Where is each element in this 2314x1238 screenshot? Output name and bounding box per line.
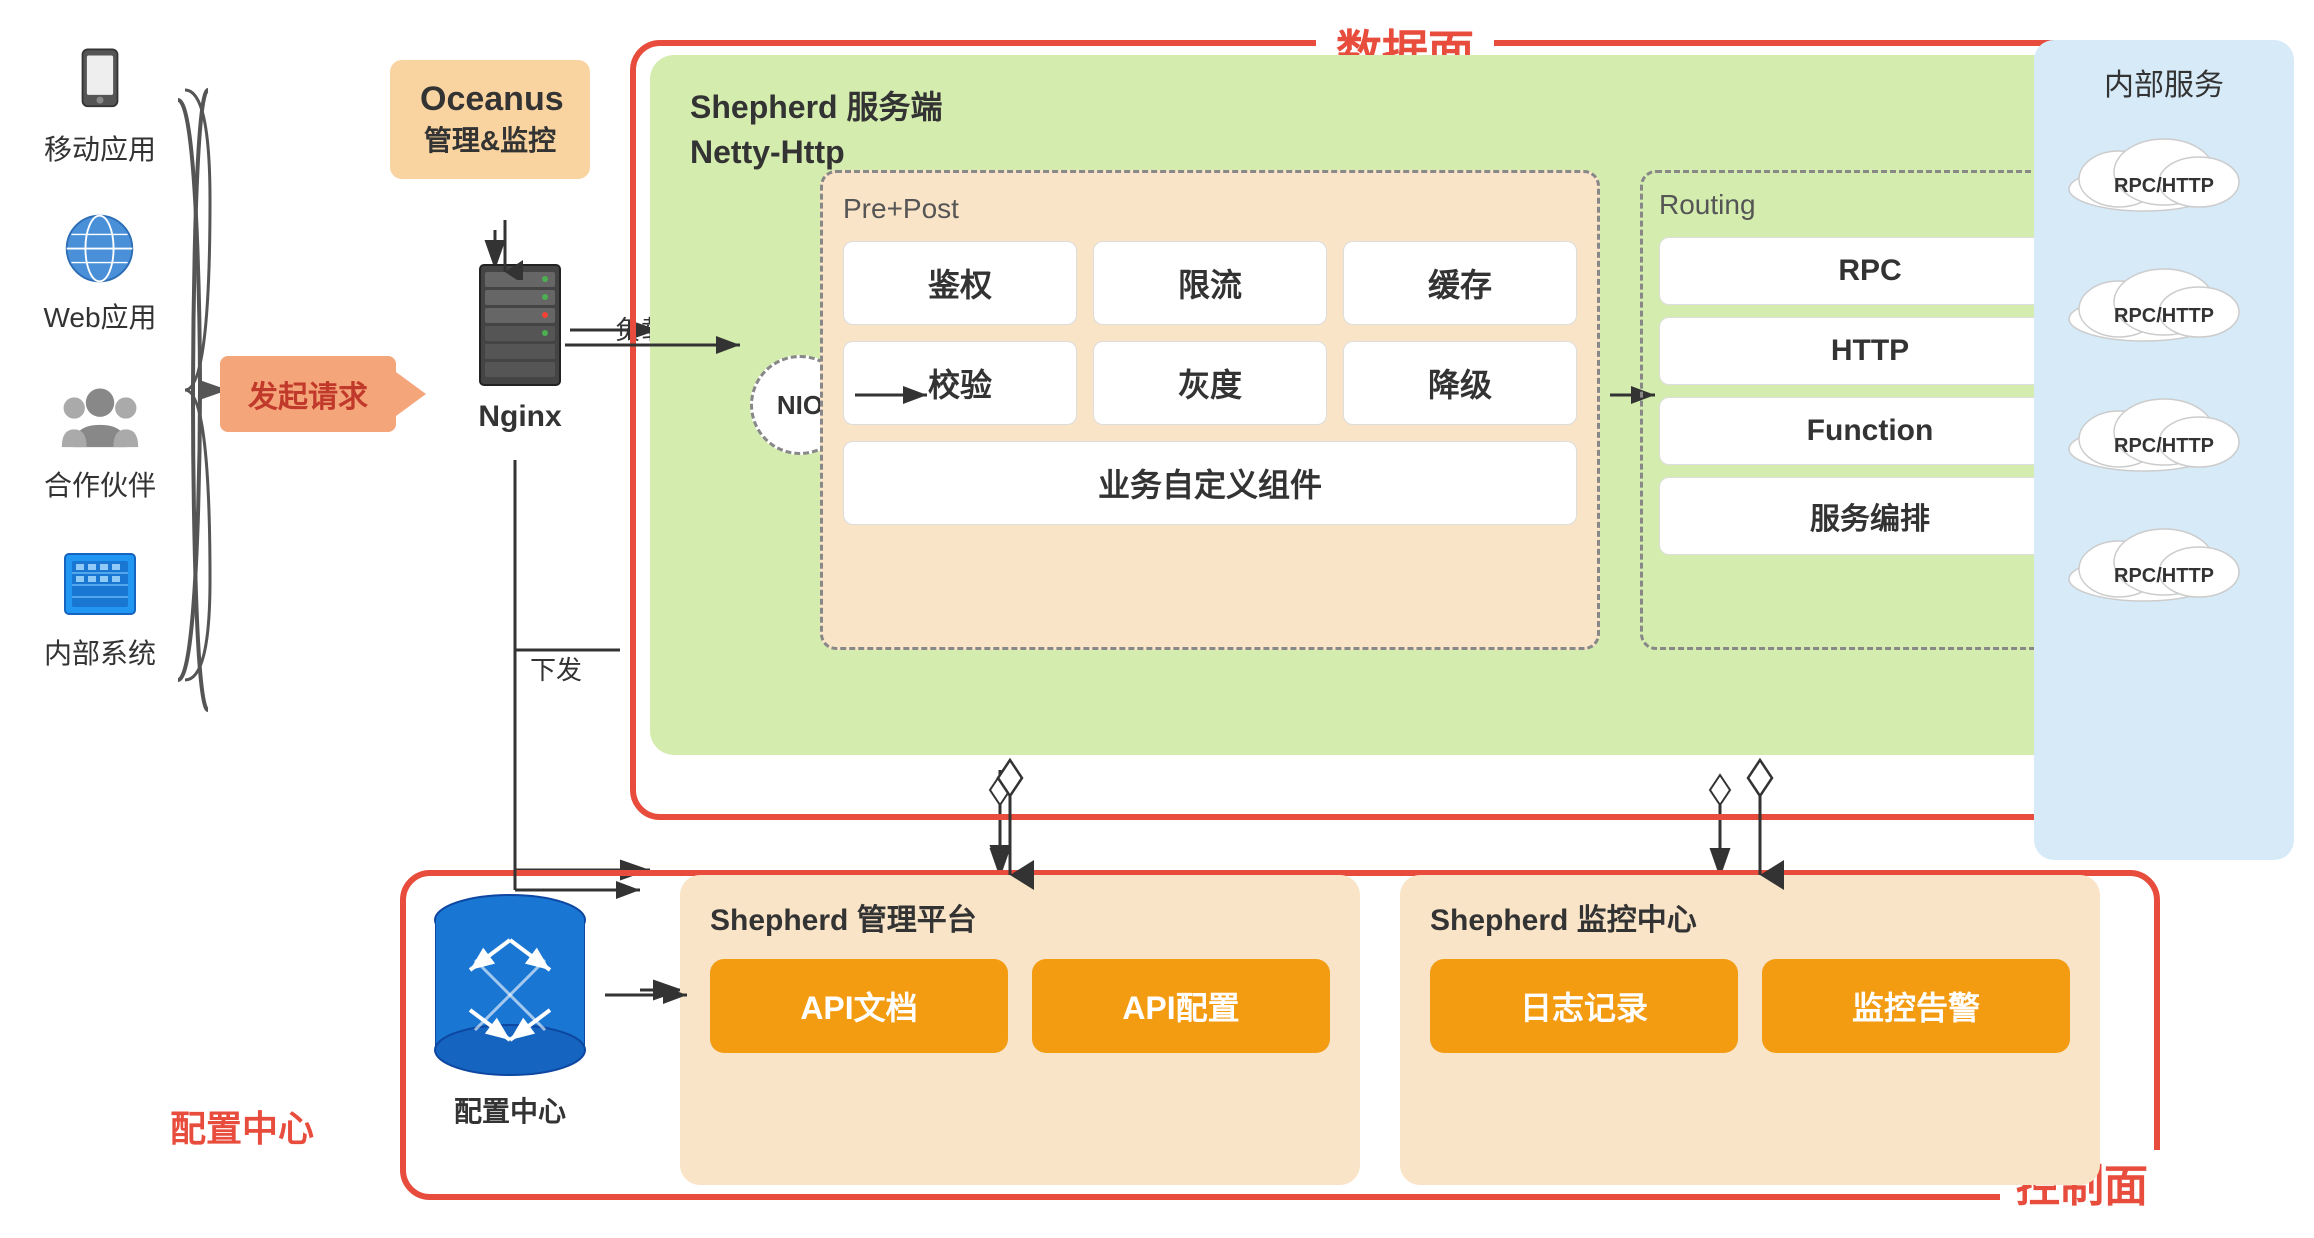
nginx-box: Nginx xyxy=(470,260,570,434)
filter-gray: 灰度 xyxy=(1093,341,1327,425)
mobile-label: 移动应用 xyxy=(44,128,156,168)
routing-rpc: RPC xyxy=(1659,237,2081,305)
filter-cache: 缓存 xyxy=(1343,241,1577,325)
diagram-container: 移动应用 Web应用 xyxy=(0,0,2314,1238)
monitor-alert-btn[interactable]: 监控告警 xyxy=(1762,959,2070,1053)
routing-label: Routing xyxy=(1659,189,2081,221)
monitor-center: Shepherd 监控中心 日志记录 监控告警 xyxy=(1400,875,2100,1185)
filter-grid: 鉴权 限流 缓存 校验 灰度 降级 xyxy=(843,241,1577,425)
client-mobile: 移动应用 xyxy=(44,40,156,168)
filter-rate-limit: 限流 xyxy=(1093,241,1327,325)
mobile-icon xyxy=(60,40,140,120)
oceanus-title: Oceanus xyxy=(420,80,560,119)
distribute-label: 下发 xyxy=(530,650,582,687)
request-arrow: 发起请求 xyxy=(220,356,396,432)
config-db-icon xyxy=(420,880,600,1080)
client-partner: 合作伙伴 xyxy=(44,376,156,504)
custom-component: 业务自定义组件 xyxy=(843,441,1577,525)
shepherd-server-label: Shepherd 服务端 Netty-Http xyxy=(670,75,2140,175)
cloud-item-1: RPC/HTTP xyxy=(2064,134,2264,214)
filter-degrade: 降级 xyxy=(1343,341,1577,425)
monitor-label: Shepherd 监控中心 xyxy=(1430,895,2070,939)
brace-svg xyxy=(178,80,218,720)
cloud-items: RPC/HTTP RPC/HTTP RPC/HTTP xyxy=(2054,134,2274,604)
request-label: 发起请求 xyxy=(248,372,368,416)
request-arrow-container: 发起请求 xyxy=(220,356,396,432)
cloud-icon-4: RPC/HTTP xyxy=(2064,524,2264,604)
nginx-server-icon xyxy=(470,260,570,390)
nginx-label: Nginx xyxy=(478,400,561,434)
svg-text:RPC/HTTP: RPC/HTTP xyxy=(2114,175,2214,197)
web-label: Web应用 xyxy=(43,296,156,336)
routing-items: RPC HTTP Function 服务编排 xyxy=(1659,237,2081,555)
oceanus-subtitle: 管理&监控 xyxy=(420,119,560,159)
client-web: Web应用 xyxy=(43,208,156,336)
partner-icon xyxy=(60,376,140,456)
routing-function: Function xyxy=(1659,397,2081,465)
web-icon xyxy=(60,208,140,288)
oceanus-box: Oceanus 管理&监控 xyxy=(390,60,590,179)
config-db-label: 配置中心 xyxy=(454,1090,566,1130)
pre-post-box: Pre+Post 鉴权 限流 缓存 校验 灰度 降级 业务自定义组件 xyxy=(820,170,1600,650)
mgmt-platform: Shepherd 管理平台 API文档 API配置 xyxy=(680,875,1360,1185)
cloud-item-4: RPC/HTTP xyxy=(2064,524,2264,604)
cloud-icon-1: RPC/HTTP xyxy=(2064,134,2264,214)
filter-auth: 鉴权 xyxy=(843,241,1077,325)
cloud-icon-2: RPC/HTTP xyxy=(2064,264,2264,344)
routing-box: Routing RPC HTTP Function 服务编排 xyxy=(1640,170,2100,650)
mgmt-api-doc-btn[interactable]: API文档 xyxy=(710,959,1008,1053)
nio-label: NIO xyxy=(777,390,823,421)
mgmt-platform-label: Shepherd 管理平台 xyxy=(710,895,1330,939)
routing-service-compose: 服务编排 xyxy=(1659,477,2081,555)
cloud-item-2: RPC/HTTP xyxy=(2064,264,2264,344)
internal-system-label: 内部系统 xyxy=(44,632,156,672)
client-internal: 内部系统 xyxy=(44,544,156,672)
pre-post-label: Pre+Post xyxy=(843,193,1577,225)
monitor-buttons: 日志记录 监控告警 xyxy=(1430,959,2070,1053)
config-db-container: 配置中心 xyxy=(420,880,600,1130)
filter-validate: 校验 xyxy=(843,341,1077,425)
internal-system-icon xyxy=(60,544,140,624)
clients-column: 移动应用 Web应用 xyxy=(20,40,180,672)
routing-http: HTTP xyxy=(1659,317,2081,385)
partner-label: 合作伙伴 xyxy=(44,464,156,504)
svg-text:RPC/HTTP: RPC/HTTP xyxy=(2114,565,2214,587)
internal-services-label: 内部服务 xyxy=(2054,60,2274,104)
monitor-log-btn[interactable]: 日志记录 xyxy=(1430,959,1738,1053)
cloud-item-3: RPC/HTTP xyxy=(2064,394,2264,474)
cloud-icon-3: RPC/HTTP xyxy=(2064,394,2264,474)
internal-services-box: 内部服务 RPC/HTTP RPC/HTTP xyxy=(2034,40,2294,860)
svg-text:RPC/HTTP: RPC/HTTP xyxy=(2114,305,2214,327)
mgmt-api-config-btn[interactable]: API配置 xyxy=(1032,959,1330,1053)
svg-text:RPC/HTTP: RPC/HTTP xyxy=(2114,435,2214,457)
config-center-section-label: 配置中心 xyxy=(170,1100,314,1152)
mgmt-buttons: API文档 API配置 xyxy=(710,959,1330,1053)
